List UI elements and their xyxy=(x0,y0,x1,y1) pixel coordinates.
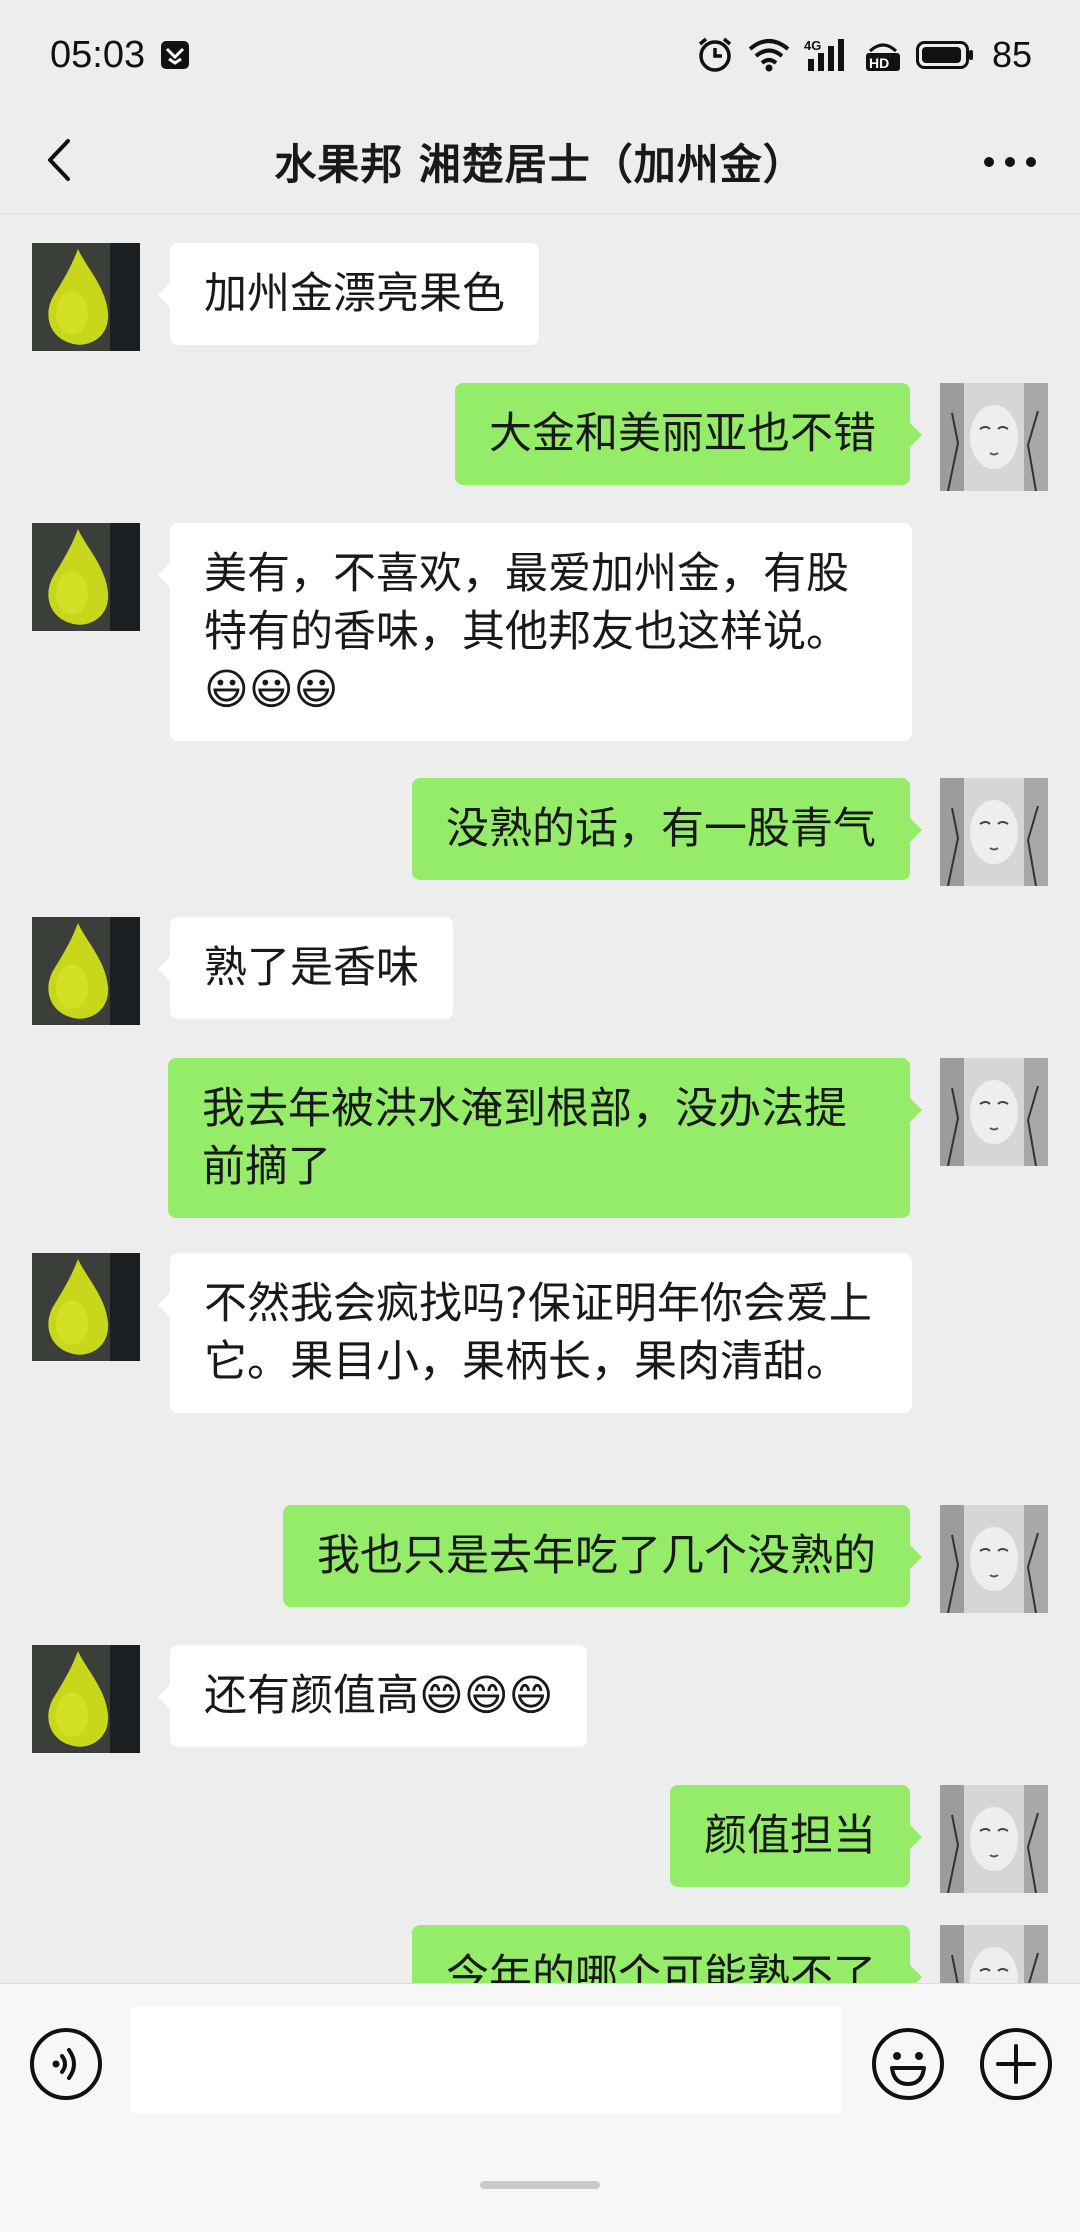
app-notification-icon xyxy=(159,39,191,71)
svg-text:4G: 4G xyxy=(804,38,821,53)
message-bubble[interactable]: 我去年被洪水淹到根部，没办法提前摘了 xyxy=(168,1058,922,1218)
status-bar: 05:03 4G HD 85 xyxy=(0,0,1080,110)
more-functions-button[interactable] xyxy=(978,2026,1054,2102)
message-list[interactable]: 加州金漂亮果色 大金和美丽亚也不错 美有，不喜欢，最爱加州金，有股特有的香味，其… xyxy=(0,215,1080,1983)
back-button[interactable] xyxy=(30,132,90,192)
message-bubble[interactable]: 我也只是去年吃了几个没熟的 xyxy=(283,1505,922,1607)
status-left: 05:03 xyxy=(50,34,191,77)
voice-button[interactable] xyxy=(28,2026,104,2102)
message-bubble[interactable]: 不然我会疯找吗?保证明年你会爱上它。果目小，果柄长，果肉清甜。 xyxy=(158,1253,912,1413)
message-input[interactable] xyxy=(130,2006,842,2114)
status-time: 05:03 xyxy=(50,33,146,76)
emoji-button[interactable] xyxy=(870,2026,946,2102)
contact-avatar[interactable] xyxy=(32,1253,140,1361)
chat-header: 水果邦 湘楚居士（加州金） xyxy=(0,110,1080,214)
message-bubble[interactable]: 美有，不喜欢，最爱加州金，有股特有的香味，其他邦友也这样说。😃😃😃 xyxy=(158,523,912,741)
contact-avatar[interactable] xyxy=(32,917,140,1025)
hd-icon: HD xyxy=(864,37,902,73)
status-right: 4G HD 85 xyxy=(696,34,1032,76)
contact-avatar[interactable] xyxy=(32,1645,140,1753)
self-avatar[interactable] xyxy=(940,778,1048,886)
self-avatar[interactable] xyxy=(940,1058,1048,1166)
svg-text:HD: HD xyxy=(869,55,889,71)
chat-title: 水果邦 湘楚居士（加州金） xyxy=(274,140,806,189)
voice-icon xyxy=(28,2028,104,2106)
message-bubble[interactable]: 大金和美丽亚也不错 xyxy=(455,383,922,485)
message-bubble[interactable]: 今年的哪个可能熟不了 xyxy=(412,1925,922,1983)
message-bubble[interactable]: 没熟的话，有一股青气 xyxy=(412,778,922,880)
message-bubble[interactable]: 熟了是香味 xyxy=(158,917,453,1019)
message-bubble[interactable]: 颜值担当 xyxy=(670,1785,922,1887)
plus-icon xyxy=(978,2028,1054,2106)
4g-signal-icon: 4G xyxy=(804,37,850,73)
home-indicator[interactable] xyxy=(480,2181,600,2189)
battery-icon xyxy=(915,40,974,70)
self-avatar[interactable] xyxy=(940,1785,1048,1893)
more-options-button[interactable] xyxy=(970,132,1050,192)
wifi-icon xyxy=(748,38,790,72)
alarm-icon xyxy=(696,36,734,74)
emoji-icon xyxy=(870,2028,946,2106)
self-avatar[interactable] xyxy=(940,383,1048,491)
input-bar xyxy=(0,1983,1080,2232)
battery-level: 85 xyxy=(991,34,1032,75)
contact-avatar[interactable] xyxy=(32,523,140,631)
message-bubble[interactable]: 还有颜值高😄😄😄 xyxy=(157,1645,588,1747)
more-dots-icon xyxy=(983,153,1037,172)
message-bubble[interactable]: 加州金漂亮果色 xyxy=(158,243,539,345)
chevron-left-icon xyxy=(40,135,80,189)
contact-avatar[interactable] xyxy=(32,243,140,351)
self-avatar[interactable] xyxy=(940,1505,1048,1613)
chat-screen: 05:03 4G HD 85 水果邦 湘楚居士（加州金） 加州金漂亮果色 大金和… xyxy=(0,0,1080,2232)
self-avatar[interactable] xyxy=(940,1925,1048,1983)
